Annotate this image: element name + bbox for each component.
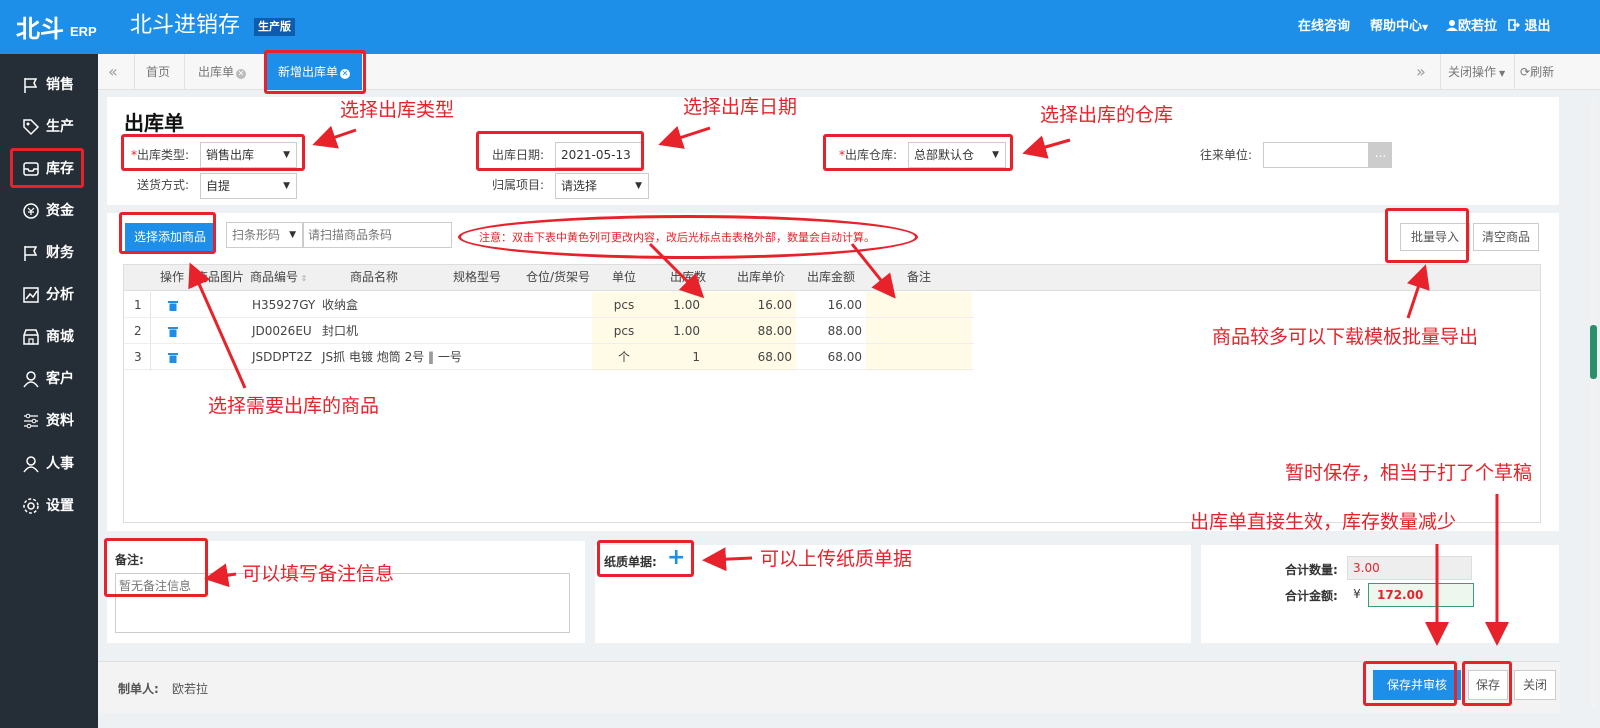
arrow-paper <box>702 547 753 572</box>
arrow-warehouse <box>1022 135 1071 159</box>
arrow-remark <box>850 243 896 299</box>
annotation-arrows <box>188 125 1509 646</box>
arrow-batch <box>1406 264 1430 319</box>
arrow-type <box>312 125 357 149</box>
arrow-qty <box>648 242 705 299</box>
arrow-note <box>204 563 237 588</box>
arrow-goods <box>188 262 247 389</box>
arrow-date <box>658 126 711 149</box>
